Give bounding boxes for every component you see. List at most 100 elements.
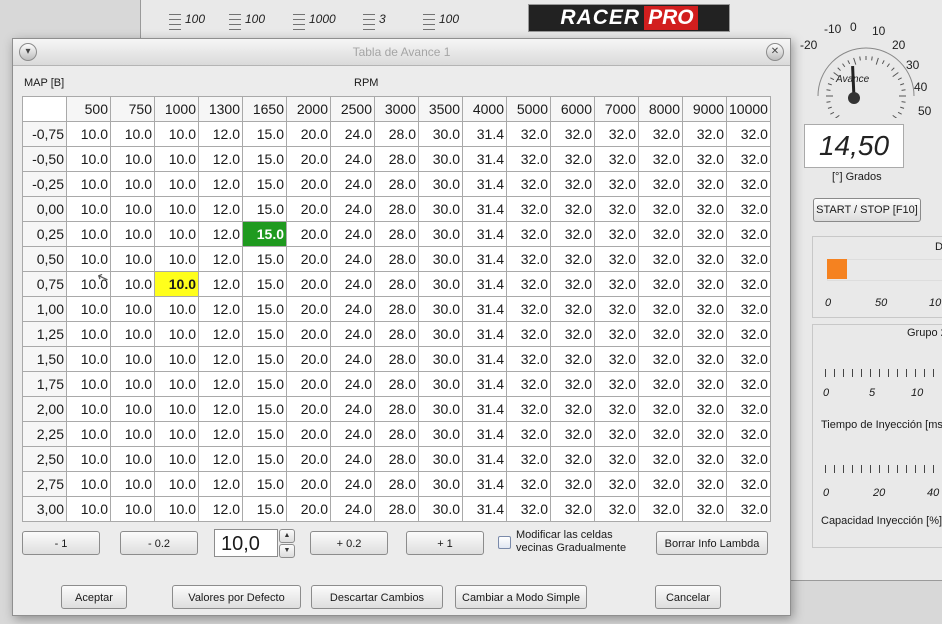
table-cell[interactable]: 10.0 (66, 321, 111, 347)
table-cell[interactable]: 10.0 (154, 446, 199, 472)
table-cell[interactable]: 24.0 (330, 296, 375, 322)
table-cell[interactable]: 32.0 (550, 446, 595, 472)
table-cell[interactable]: 32.0 (638, 471, 683, 497)
table-cell[interactable]: 32.0 (506, 446, 551, 472)
table-cell[interactable]: 32.0 (682, 271, 727, 297)
table-cell[interactable]: 31.4 (462, 146, 507, 172)
table-cell[interactable]: 32.0 (550, 496, 595, 522)
table-cell[interactable]: 30.0 (418, 496, 463, 522)
table-cell[interactable]: 32.0 (682, 296, 727, 322)
table-cell[interactable]: 32.0 (682, 146, 727, 172)
table-cell[interactable]: 32.0 (726, 446, 771, 472)
table-cell[interactable]: 32.0 (550, 396, 595, 422)
table-cell[interactable]: 10.0 (154, 396, 199, 422)
table-cell[interactable]: 10.0 (154, 221, 199, 247)
table-cell[interactable]: 10.0 (66, 196, 111, 222)
table-cell[interactable]: 12.0 (198, 446, 243, 472)
table-cell[interactable]: 12.0 (198, 346, 243, 372)
table-cell[interactable]: 10.0 (66, 496, 111, 522)
table-cell[interactable]: 24.0 (330, 146, 375, 172)
table-cell[interactable]: 12.0 (198, 471, 243, 497)
table-cell[interactable]: 32.0 (682, 121, 727, 147)
table-cell[interactable]: 32.0 (506, 271, 551, 297)
table-cell[interactable]: 15.0 (242, 396, 287, 422)
table-cell[interactable]: 32.0 (682, 171, 727, 197)
cell-value-input[interactable]: 10,0 (214, 529, 278, 557)
table-cell[interactable]: 32.0 (726, 496, 771, 522)
table-cell[interactable]: 30.0 (418, 246, 463, 272)
table-cell[interactable]: 32.0 (726, 271, 771, 297)
table-cell[interactable]: 32.0 (550, 196, 595, 222)
table-cell[interactable]: 24.0 (330, 496, 375, 522)
table-cell[interactable]: 32.0 (506, 246, 551, 272)
table-cell[interactable]: 32.0 (550, 346, 595, 372)
table-cell[interactable]: 15.0 (242, 496, 287, 522)
table-cell[interactable]: 12.0 (198, 146, 243, 172)
table-cell[interactable]: 32.0 (726, 371, 771, 397)
table-cell[interactable]: 10.0 (66, 221, 111, 247)
table-cell[interactable]: 12.0 (198, 371, 243, 397)
table-cell[interactable]: 20.0 (286, 221, 331, 247)
table-cell[interactable]: 30.0 (418, 446, 463, 472)
table-cell[interactable]: 32.0 (506, 196, 551, 222)
table-cell[interactable]: 24.0 (330, 371, 375, 397)
table-cell[interactable]: 10.0 (66, 471, 111, 497)
table-cell[interactable]: 10.0 (154, 296, 199, 322)
table-cell[interactable]: 32.0 (594, 371, 639, 397)
table-cell[interactable]: 32.0 (594, 171, 639, 197)
table-cell[interactable]: 32.0 (638, 421, 683, 447)
table-cell[interactable]: 10.0 (110, 146, 155, 172)
table-cell[interactable]: 10.0 (110, 271, 155, 297)
table-cell[interactable]: 30.0 (418, 471, 463, 497)
table-cell[interactable]: 32.0 (550, 246, 595, 272)
table-cell[interactable]: 15.0 (242, 146, 287, 172)
table-cell[interactable]: 15.0 (242, 246, 287, 272)
table-cell[interactable]: 15.0 (242, 121, 287, 147)
table-cell[interactable]: 32.0 (506, 371, 551, 397)
table-cell[interactable]: 32.0 (638, 296, 683, 322)
table-cell[interactable]: 32.0 (506, 496, 551, 522)
table-cell[interactable]: 10.0 (154, 196, 199, 222)
table-cell[interactable]: 32.0 (594, 196, 639, 222)
table-cell[interactable]: 12.0 (198, 121, 243, 147)
table-cell[interactable]: 31.4 (462, 221, 507, 247)
table-cell[interactable]: 12.0 (198, 171, 243, 197)
table-cell[interactable]: 10.0 (154, 496, 199, 522)
table-cell[interactable]: 10.0 (154, 346, 199, 372)
table-cell[interactable]: 32.0 (594, 446, 639, 472)
table-cell[interactable]: 10.0 (110, 371, 155, 397)
increment-1-button[interactable]: + 1 (406, 531, 484, 555)
default-values-button[interactable]: Valores por Defecto (172, 585, 301, 609)
increment-0.2-button[interactable]: + 0.2 (310, 531, 388, 555)
decrement-0.2-button[interactable]: - 0.2 (120, 531, 198, 555)
table-cell[interactable]: 28.0 (374, 346, 419, 372)
table-cell[interactable]: 32.0 (638, 271, 683, 297)
table-cell[interactable]: 31.4 (462, 271, 507, 297)
table-cell[interactable]: 32.0 (594, 346, 639, 372)
table-cell[interactable]: 24.0 (330, 121, 375, 147)
table-cell[interactable]: 24.0 (330, 246, 375, 272)
table-cell[interactable]: 12.0 (198, 271, 243, 297)
table-cell[interactable]: 12.0 (198, 246, 243, 272)
table-cell[interactable]: 10.0 (110, 346, 155, 372)
table-cell[interactable]: 32.0 (550, 296, 595, 322)
discard-changes-button[interactable]: Descartar Cambios (311, 585, 443, 609)
table-cell[interactable]: 32.0 (682, 496, 727, 522)
table-cell[interactable]: 32.0 (594, 296, 639, 322)
table-cell[interactable]: 20.0 (286, 296, 331, 322)
table-cell[interactable]: 32.0 (726, 121, 771, 147)
table-cell[interactable]: 31.4 (462, 171, 507, 197)
table-cell[interactable]: 32.0 (594, 396, 639, 422)
table-cell[interactable]: 32.0 (550, 371, 595, 397)
table-cell[interactable]: 32.0 (506, 121, 551, 147)
table-cell[interactable]: 30.0 (418, 271, 463, 297)
table-cell[interactable]: 20.0 (286, 471, 331, 497)
spin-down-icon[interactable]: ▼ (279, 544, 295, 558)
table-cell[interactable]: 30.0 (418, 121, 463, 147)
table-cell[interactable]: 31.4 (462, 396, 507, 422)
table-cell[interactable]: 12.0 (198, 496, 243, 522)
table-cell[interactable]: 32.0 (682, 346, 727, 372)
table-cell[interactable]: 32.0 (506, 421, 551, 447)
table-cell[interactable]: 20.0 (286, 246, 331, 272)
table-cell[interactable]: 28.0 (374, 221, 419, 247)
